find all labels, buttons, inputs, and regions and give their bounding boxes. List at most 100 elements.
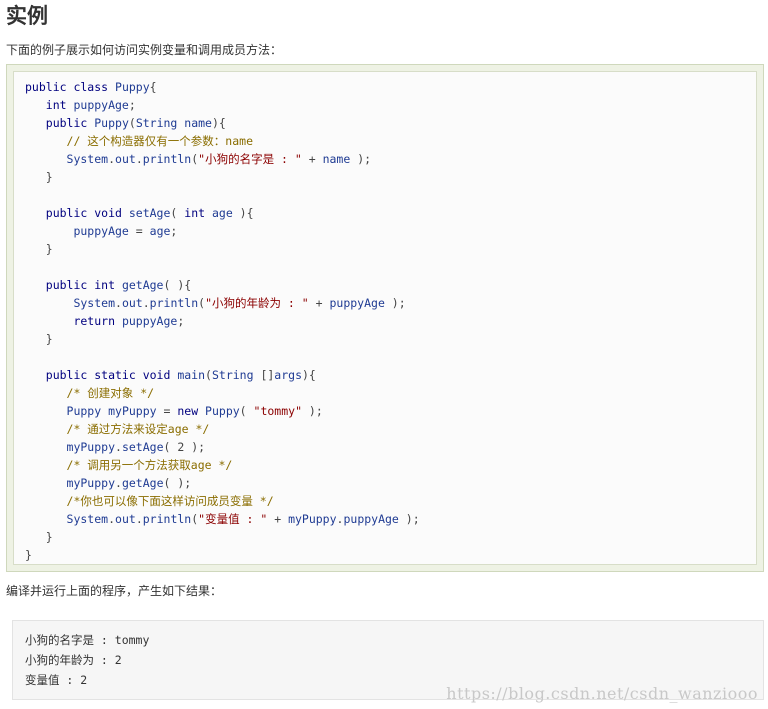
code-line: // 这个构造器仅有一个参数：name [25, 132, 756, 150]
code-example-frame: public class Puppy{ int puppyAge; public… [6, 64, 764, 572]
code-line: } [25, 528, 756, 546]
code-line: } [25, 330, 756, 348]
output-line: 小狗的年龄为 : 2 [25, 653, 122, 667]
code-token: /* 调用另一个方法获取age */ [25, 458, 233, 472]
code-token: Puppy [205, 404, 240, 418]
code-token: { [149, 80, 157, 94]
code-token: + [301, 152, 323, 166]
code-token: /*你也可以像下面这样访问成员变量 */ [25, 494, 274, 508]
code-token: ); [398, 512, 420, 526]
code-token: println [149, 296, 199, 310]
code-token: out [121, 296, 143, 310]
code-token: setAge [121, 440, 164, 454]
code-token: puppyAge [25, 224, 129, 238]
code-token: } [25, 242, 53, 256]
code-token: = [156, 404, 178, 418]
code-token: getAge [121, 476, 164, 490]
code-token: ){ [232, 206, 254, 220]
code-token: args [274, 368, 302, 382]
code-token: /* 通过方法来设定age */ [25, 422, 210, 436]
code-token: myPuppy [25, 476, 116, 490]
code-token: } [25, 170, 53, 184]
code-block[interactable]: public class Puppy{ int puppyAge; public… [14, 72, 756, 564]
code-token: new [177, 404, 206, 418]
code-token: ; [170, 224, 178, 238]
code-token: ( [239, 404, 254, 418]
code-line: System.out.println("变量值 : " + myPuppy.pu… [25, 510, 756, 528]
code-token: age [149, 224, 171, 238]
code-token: String [135, 116, 178, 130]
code-token: + [267, 512, 289, 526]
code-token: System [25, 512, 109, 526]
article-page: 实例 下面的例子展示如何访问实例变量和调用成员方法： public class … [0, 0, 768, 709]
code-token: getAge [121, 278, 164, 292]
code-line: } [25, 240, 756, 258]
code-line: System.out.println("小狗的年龄为 : " + puppyAg… [25, 294, 756, 312]
code-line: public static void main(String []args){ [25, 366, 756, 384]
code-token: myPuppy [25, 440, 116, 454]
code-line: Puppy myPuppy = new Puppy( "tommy" ); [25, 402, 756, 420]
code-token: String [211, 368, 254, 382]
code-line: return puppyAge; [25, 312, 756, 330]
output-block[interactable]: 小狗的名字是 : tommy 小狗的年龄为 : 2 变量值 : 2 [13, 621, 763, 690]
code-token: myPuppy [288, 512, 337, 526]
code-token: name [322, 152, 351, 166]
code-token: public class [25, 80, 116, 94]
code-token: "变量值 : " [198, 512, 268, 526]
code-line: public class Puppy{ [25, 78, 756, 96]
code-token: /* 创建对象 */ [25, 386, 155, 400]
code-token: int [25, 98, 74, 112]
code-token: . [135, 152, 143, 166]
code-line: System.out.println("小狗的名字是 : " + name ); [25, 150, 756, 168]
code-example-box: public class Puppy{ int puppyAge; public… [13, 71, 757, 565]
code-line: public Puppy(String name){ [25, 114, 756, 132]
code-line: /*你也可以像下面这样访问成员变量 */ [25, 492, 756, 510]
result-intro-paragraph: 编译并运行上面的程序，产生如下结果： [6, 584, 223, 598]
code-token: = [128, 224, 150, 238]
code-token: public static void [25, 368, 178, 382]
code-token: println [142, 152, 192, 166]
code-token: ){ [302, 368, 316, 382]
code-token: ( [128, 116, 136, 130]
code-token: ( ){ [163, 278, 192, 292]
code-token: ( [205, 368, 212, 382]
code-token: puppyAge [121, 314, 178, 328]
code-line: public int getAge( ){ [25, 276, 756, 294]
code-token: main [177, 368, 206, 382]
code-token: ( ); [163, 476, 192, 490]
code-token: Puppy [115, 80, 150, 94]
code-line: int puppyAge; [25, 96, 756, 114]
code-token: ){ [211, 116, 226, 130]
code-token: . [108, 152, 116, 166]
code-token: age [211, 206, 233, 220]
code-token: name [177, 116, 212, 130]
code-line: public void setAge( int age ){ [25, 204, 756, 222]
code-token: . [135, 512, 143, 526]
code-token: . [115, 296, 122, 310]
intro-paragraph: 下面的例子展示如何访问实例变量和调用成员方法： [6, 43, 283, 57]
code-token: ( [170, 206, 185, 220]
output-line: 小狗的名字是 : tommy [25, 633, 150, 647]
code-token: . [142, 296, 150, 310]
code-token: + [308, 296, 330, 310]
code-token: puppyAge [343, 512, 399, 526]
code-token: . [115, 440, 122, 454]
code-line: /* 通过方法来设定age */ [25, 420, 756, 438]
code-token: public int [25, 278, 122, 292]
code-token: Puppy [25, 404, 102, 418]
code-line: } [25, 168, 756, 186]
code-token: out [115, 512, 136, 526]
code-token: "小狗的年龄为 : " [205, 296, 309, 310]
code-token: Puppy [94, 116, 129, 130]
code-token: [] [253, 368, 275, 382]
code-token: setAge [128, 206, 171, 220]
code-line: myPuppy.setAge( 2 ); [25, 438, 756, 456]
section-heading: 实例 [6, 4, 48, 28]
code-token: } [25, 332, 53, 346]
code-token: // 这个构造器仅有一个参数：name [25, 134, 254, 148]
code-token: "tommy" [253, 404, 302, 418]
code-token: println [142, 512, 192, 526]
